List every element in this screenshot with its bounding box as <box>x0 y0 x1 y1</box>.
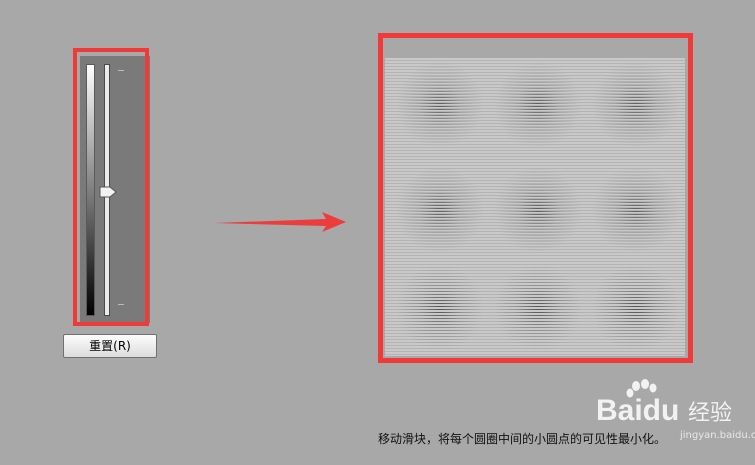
slider-highlight-frame <box>73 48 149 326</box>
right-arrow-icon <box>214 212 346 232</box>
reset-button[interactable]: 重置(R) <box>63 334 157 358</box>
watermark-suffix: 经验 <box>688 401 732 426</box>
baidu-paw-logo: Baidu 经验 <box>596 379 732 427</box>
watermark-brand: Baidu <box>596 394 679 427</box>
watermark-subtext: jingyan.baidu.com <box>680 430 755 441</box>
preview-highlight-frame <box>378 33 693 363</box>
